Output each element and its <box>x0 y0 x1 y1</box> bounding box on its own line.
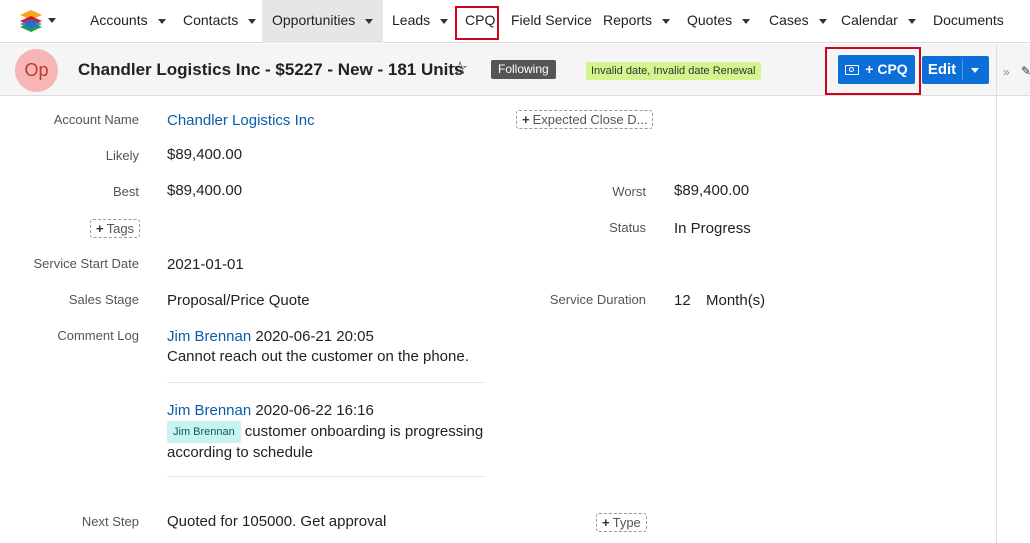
chevron-down-icon[interactable] <box>742 18 751 24</box>
app-menu-caret-icon[interactable] <box>48 18 56 23</box>
comment-time: 2020-06-21 20:05 <box>255 328 374 345</box>
comment-author-link[interactable]: Jim Brennan <box>167 328 251 345</box>
service-start-value: 2021-01-01 <box>167 256 244 273</box>
cpq-button-label: + CPQ <box>865 61 908 77</box>
expected-close-pill[interactable]: + Expected Close D... <box>516 110 654 129</box>
record-title: Chandler Logistics Inc - $5227 - New - 1… <box>78 60 464 79</box>
nav-leads[interactable]: Leads <box>392 0 449 43</box>
double-chevron-right-icon[interactable]: » <box>1003 65 1010 79</box>
chevron-down-icon[interactable] <box>248 18 257 24</box>
nav-label: Contacts <box>183 12 239 28</box>
nav-label: Accounts <box>90 12 148 28</box>
service-duration-unit: Month(s) <box>706 292 766 309</box>
nav-reports[interactable]: Reports <box>603 0 671 43</box>
plus-icon: + <box>522 112 530 127</box>
pill-label: Expected Close D... <box>532 112 648 127</box>
following-badge[interactable]: Following <box>491 60 556 79</box>
service-duration-value: 12 <box>674 292 691 309</box>
nav-label: Opportunities <box>272 12 356 28</box>
pill-label: Tags <box>106 221 135 236</box>
nav-label: Calendar <box>841 12 898 28</box>
chevron-down-icon[interactable] <box>907 18 916 24</box>
next-step-value: Quoted for 105000. Get approval <box>167 513 387 530</box>
likely-value: $89,400.00 <box>167 146 243 163</box>
cash-icon <box>845 65 860 75</box>
edit-button-group[interactable]: Edit <box>922 56 989 84</box>
tags-pill[interactable]: + Tags <box>90 219 141 238</box>
comment-divider <box>167 382 485 383</box>
nav-label: Documents <box>933 12 1004 28</box>
comment-entry: Jim Brennan 2020-06-22 16:16 Jim Brennan… <box>167 401 497 463</box>
plus-icon: + <box>96 221 104 236</box>
chevron-down-icon[interactable] <box>662 18 671 24</box>
nav-label: Leads <box>392 12 431 28</box>
nav-label: Cases <box>769 12 809 28</box>
chevron-down-icon[interactable] <box>818 18 827 24</box>
nav-opportunities[interactable]: Opportunities <box>262 0 384 43</box>
nav-quotes[interactable]: Quotes <box>687 0 751 43</box>
next-step-label: Next Step <box>81 514 139 529</box>
sales-stage-label: Sales Stage <box>68 292 139 307</box>
comment-time: 2020-06-22 16:16 <box>255 402 374 419</box>
plus-icon: + <box>602 515 610 530</box>
chevron-down-icon[interactable] <box>440 18 449 24</box>
pencil-icon[interactable]: ✎ <box>1021 64 1030 78</box>
button-divider <box>962 60 963 80</box>
account-name-label: Account Name <box>53 112 139 127</box>
nav-contacts[interactable]: Contacts <box>183 0 257 43</box>
star-icon[interactable]: ☆ <box>452 58 468 79</box>
comment-author-link[interactable]: Jim Brennan <box>167 402 251 419</box>
avatar: Op <box>15 49 58 92</box>
top-nav: Accounts Contacts Opportunities Leads CP… <box>0 0 1030 43</box>
type-pill[interactable]: + Type <box>596 513 647 532</box>
nav-accounts[interactable]: Accounts <box>90 0 166 43</box>
pill-label: Type <box>612 515 641 530</box>
warning-badge: Invalid date, Invalid date Renewal <box>586 62 761 80</box>
nav-label: Quotes <box>687 12 733 28</box>
sales-stage-value: Proposal/Price Quote <box>167 292 310 309</box>
account-name-link[interactable]: Chandler Logistics Inc <box>167 112 315 129</box>
nav-cases[interactable]: Cases <box>769 0 827 43</box>
status-value: In Progress <box>674 220 751 237</box>
nav-label: Field Service <box>511 12 592 28</box>
service-duration-label: Service Duration <box>549 292 646 307</box>
best-value: $89,400.00 <box>167 182 243 199</box>
add-cpq-button[interactable]: + CPQ <box>838 55 915 84</box>
comment-entry: Jim Brennan 2020-06-21 20:05 Cannot reac… <box>167 327 497 367</box>
worst-label: Worst <box>612 184 646 199</box>
nav-label: Reports <box>603 12 653 28</box>
best-label: Best <box>112 184 139 199</box>
side-panel-divider <box>996 44 997 543</box>
likely-label: Likely <box>105 148 139 163</box>
edit-button[interactable]: Edit <box>922 56 962 84</box>
comment-log-label: Comment Log <box>57 328 139 343</box>
chevron-down-icon[interactable] <box>157 18 166 24</box>
mention-tag[interactable]: Jim Brennan <box>167 421 241 443</box>
worst-value: $89,400.00 <box>674 182 750 199</box>
status-label: Status <box>609 220 646 235</box>
comment-divider <box>167 476 485 477</box>
chevron-down-icon[interactable] <box>365 18 374 24</box>
cpq-nav-highlight <box>455 6 499 40</box>
nav-calendar[interactable]: Calendar <box>841 0 916 43</box>
service-start-label: Service Start Date <box>33 256 140 271</box>
chevron-down-icon[interactable] <box>971 68 979 73</box>
nav-documents[interactable]: Documents <box>933 0 1004 43</box>
app-logo-icon[interactable] <box>18 8 44 34</box>
comment-text: Cannot reach out the customer on the pho… <box>167 348 469 365</box>
nav-field-service[interactable]: Field Service <box>511 0 592 43</box>
